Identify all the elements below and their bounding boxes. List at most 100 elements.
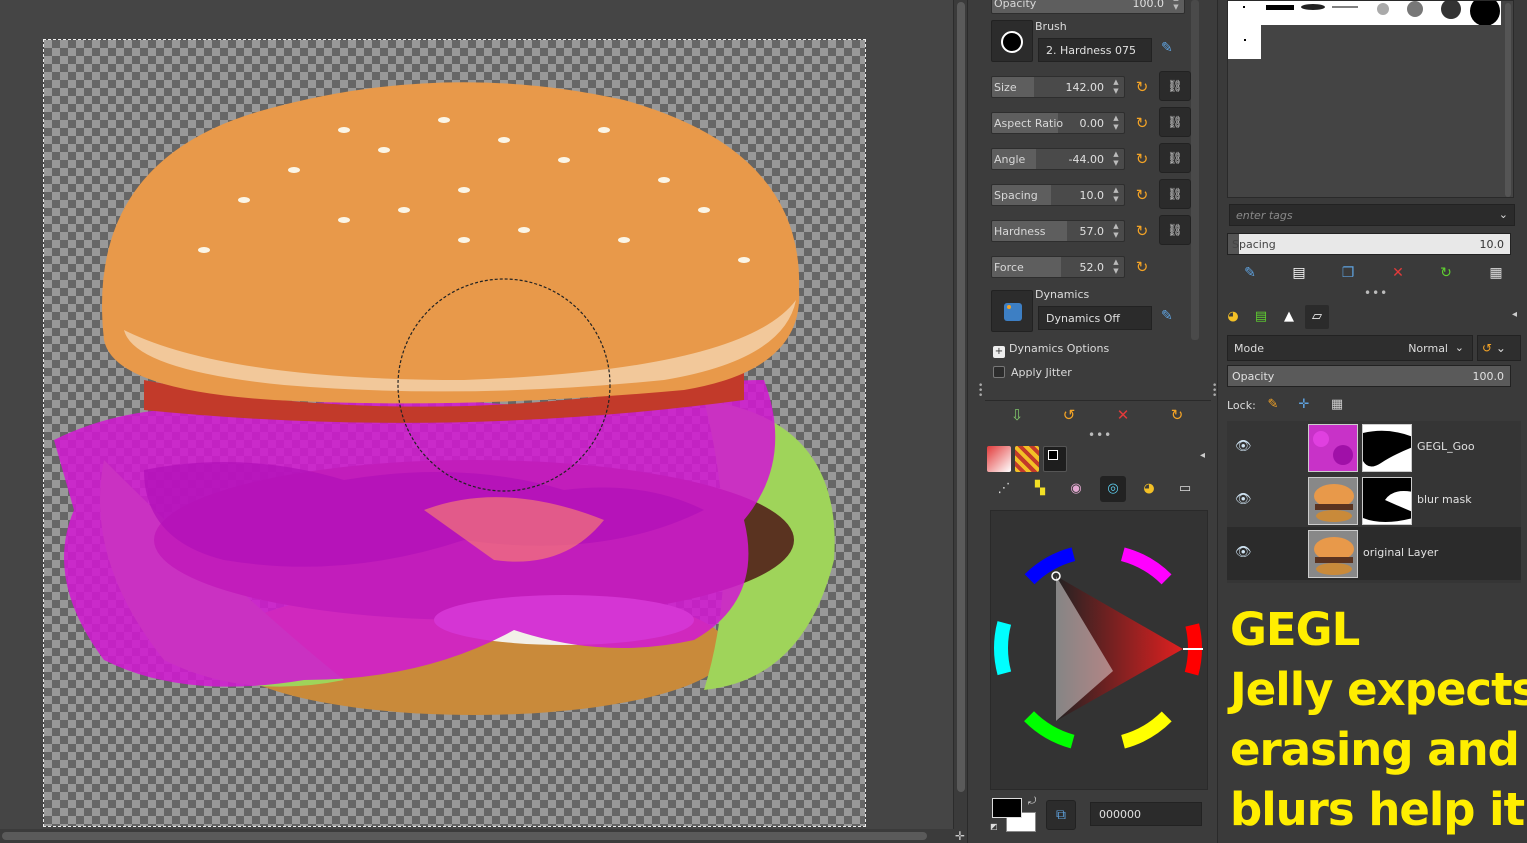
duplicate-brush-icon[interactable]: ❐: [1337, 262, 1359, 284]
mode-value: Normal: [1408, 342, 1448, 355]
dock-menu-icon[interactable]: ◂: [1512, 309, 1517, 320]
dynamics-preview[interactable]: [991, 290, 1033, 332]
spin-arrows-icon[interactable]: ▲▼: [1110, 150, 1122, 168]
link-size-icon[interactable]: ⛓: [1159, 71, 1191, 101]
visibility-eye-icon[interactable]: 👁: [1235, 439, 1252, 455]
restore-options-icon[interactable]: ↺: [1059, 405, 1079, 425]
lock-alpha-icon[interactable]: ▦: [1327, 395, 1347, 415]
dock-grip-icon[interactable]: •••: [1364, 286, 1388, 300]
new-brush-icon[interactable]: ▤: [1288, 262, 1310, 284]
composite-mode-button[interactable]: ↺ ⌄: [1477, 335, 1521, 361]
link-hardness-icon[interactable]: ⛓: [1159, 215, 1191, 245]
canvas-vertical-scrollbar[interactable]: [953, 0, 967, 830]
brush-name-field[interactable]: 2. Hardness 075: [1038, 38, 1152, 62]
scale-selector-icon[interactable]: ▭: [1172, 476, 1198, 502]
edit-dynamics-icon[interactable]: ✎: [1161, 308, 1181, 328]
save-options-icon[interactable]: ⇩: [1007, 405, 1027, 425]
layer-item-blur-mask[interactable]: 👁 blur mask: [1227, 474, 1521, 527]
chevron-down-icon[interactable]: ⌄: [1499, 208, 1508, 221]
link-angle-icon[interactable]: ⛓: [1159, 143, 1191, 173]
scrollbar-thumb[interactable]: [957, 2, 965, 792]
dynamics-name-field[interactable]: Dynamics Off: [1038, 306, 1152, 330]
color-wheel-area[interactable]: [990, 510, 1208, 790]
dock-grip-icon[interactable]: •••: [1088, 428, 1112, 442]
reset-options-icon[interactable]: ↻: [1167, 405, 1187, 425]
spin-arrows-icon[interactable]: ▲▼: [1110, 222, 1122, 240]
watercolor-selector-icon[interactable]: ◉: [1063, 476, 1089, 502]
brushes-scrollbar[interactable]: [1505, 3, 1511, 197]
reset-force-icon[interactable]: ↻: [1131, 256, 1153, 278]
opacity-slider[interactable]: Opacity 100.0 ▲▼: [991, 0, 1185, 14]
scales-selector-icon[interactable]: ⋰: [991, 476, 1017, 502]
image-canvas-area[interactable]: ✛: [0, 0, 967, 843]
layers-tab-icon[interactable]: ▱: [1305, 305, 1329, 329]
lock-position-icon[interactable]: ✛: [1294, 395, 1314, 415]
scrollbar-thumb[interactable]: [2, 832, 927, 840]
dock-menu-icon[interactable]: ◂: [1200, 450, 1205, 461]
layer-item-gegl-goo[interactable]: 👁 GEGL_Goo: [1227, 421, 1521, 474]
side-grip-icon[interactable]: • • •: [1212, 382, 1217, 401]
brush-spacing-slider[interactable]: Spacing 10.0: [1227, 233, 1511, 255]
layer-thumbnail: [1308, 530, 1358, 578]
wheel-selector-icon[interactable]: ◎: [1100, 476, 1126, 502]
brushes-grid[interactable]: [1227, 0, 1514, 198]
palette-selector-icon[interactable]: ◕: [1136, 476, 1162, 502]
size-slider[interactable]: Size 142.00 ▲ ▼: [991, 76, 1125, 98]
tool-options-tab-icon[interactable]: ◕: [1221, 305, 1245, 329]
reset-aspect-icon[interactable]: ↻: [1131, 112, 1153, 134]
reset-angle-icon[interactable]: ↻: [1131, 148, 1153, 170]
tool-options-footer: ⇩ ↺ ✕ ↻: [985, 400, 1211, 428]
tool-options-scrollbar[interactable]: [1191, 0, 1199, 340]
visibility-eye-icon[interactable]: 👁: [1235, 492, 1252, 508]
side-grip-icon[interactable]: • • •: [978, 382, 983, 401]
aspect-ratio-slider[interactable]: Aspect Ratio 0.00 ▲ ▼: [991, 112, 1125, 134]
spin-arrows-icon[interactable]: ▲▼: [1110, 114, 1122, 132]
spin-arrows-icon[interactable]: ▲▼: [1110, 78, 1122, 96]
brush-preset-small[interactable]: [1228, 25, 1261, 59]
gradient-tab-icon[interactable]: [987, 446, 1011, 472]
channels-tab-icon[interactable]: ▤: [1249, 305, 1273, 329]
dynamics-options-expander[interactable]: + Dynamics Options: [993, 342, 1109, 358]
refresh-brushes-icon[interactable]: ↻: [1435, 262, 1457, 284]
edit-brush-icon[interactable]: ✎: [1161, 40, 1181, 60]
navigate-icon[interactable]: ✛: [953, 829, 967, 843]
spin-arrows-icon[interactable]: ▲▼: [1110, 258, 1122, 276]
lock-pixels-icon[interactable]: ✎: [1263, 395, 1283, 415]
color-wheel[interactable]: [993, 541, 1207, 755]
hardness-slider[interactable]: Hardness 57.0 ▲ ▼: [991, 220, 1125, 242]
paint-brush-icon[interactable]: ✎: [1239, 262, 1261, 284]
reset-size-icon[interactable]: ↻: [1131, 76, 1153, 98]
layer-mode-dropdown[interactable]: Mode Normal ⌄: [1227, 335, 1473, 361]
delete-brush-icon[interactable]: ✕: [1387, 262, 1409, 284]
spacing-slider[interactable]: Spacing 10.0 ▲ ▼: [991, 184, 1125, 206]
layer-opacity-slider[interactable]: Opacity 100.0: [1227, 365, 1511, 387]
visibility-eye-icon[interactable]: 👁: [1235, 545, 1252, 561]
brush-preview[interactable]: [991, 20, 1033, 62]
open-brush-icon[interactable]: ▦: [1485, 262, 1507, 284]
image-canvas[interactable]: [43, 39, 866, 827]
layer-item-original[interactable]: 👁 original Layer: [1227, 527, 1521, 580]
force-slider[interactable]: Force 52.0 ▲ ▼: [991, 256, 1125, 278]
default-colors-icon[interactable]: ◩: [990, 822, 998, 831]
spin-arrows-icon[interactable]: ▲▼: [1110, 186, 1122, 204]
fg-bg-colors[interactable]: ⤾ ◩: [990, 796, 1040, 836]
angle-slider[interactable]: Angle -44.00 ▲ ▼: [991, 148, 1125, 170]
link-spacing-icon[interactable]: ⛓: [1159, 179, 1191, 209]
reset-spacing-icon[interactable]: ↻: [1131, 184, 1153, 206]
reset-hardness-icon[interactable]: ↻: [1131, 220, 1153, 242]
colors-tab-icon[interactable]: [1043, 446, 1067, 472]
delete-options-icon[interactable]: ✕: [1113, 405, 1133, 425]
apply-jitter-checkbox[interactable]: Apply Jitter: [993, 366, 1072, 379]
hex-color-field[interactable]: 000000: [1090, 802, 1202, 826]
tags-input[interactable]: enter tags ⌄: [1229, 204, 1515, 226]
swap-colors-icon[interactable]: ⤾: [1028, 796, 1036, 807]
spin-arrows-icon[interactable]: ▲▼: [1170, 0, 1182, 12]
link-aspect-icon[interactable]: ⛓: [1159, 107, 1191, 137]
color-picker-icon[interactable]: ⧉: [1046, 800, 1076, 830]
pattern-tab-icon[interactable]: [1015, 446, 1039, 472]
foreground-color-swatch[interactable]: [992, 798, 1022, 818]
canvas-horizontal-scrollbar[interactable]: [0, 829, 953, 843]
paths-tab-icon[interactable]: ▲: [1277, 305, 1301, 329]
cmyk-selector-icon[interactable]: ▚: [1027, 476, 1053, 502]
spacing-label: Spacing: [1232, 238, 1276, 251]
